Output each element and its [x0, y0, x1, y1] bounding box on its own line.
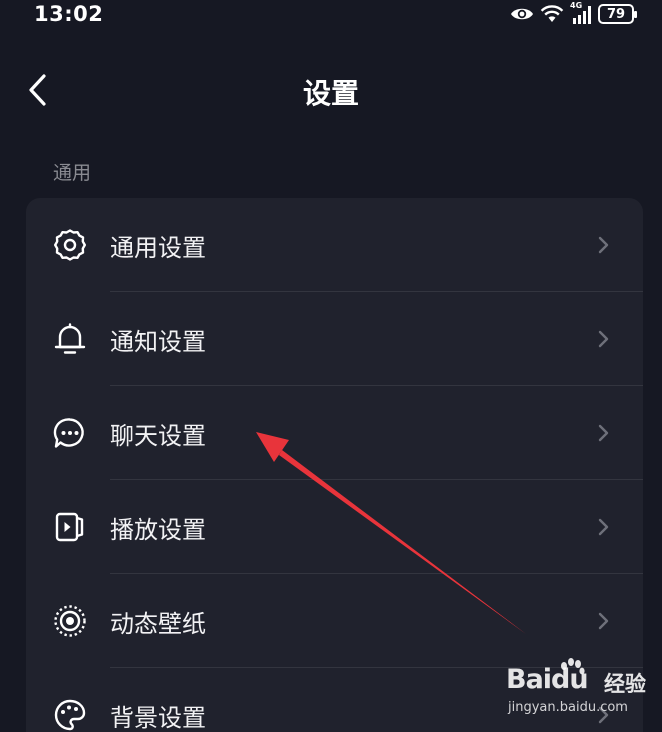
settings-screen: 13:02 4G 79 设置 通用 通用设置 通知设置 聊天设置 播放设置 动态… — [0, 0, 662, 732]
chevron-right-icon — [598, 706, 609, 724]
settings-item-background[interactable]: 背景设置 — [26, 668, 643, 732]
settings-item-label: 播放设置 — [110, 516, 206, 544]
chevron-right-icon — [598, 518, 609, 536]
status-bar: 13:02 4G 79 — [0, 0, 662, 30]
settings-card: 通用设置 通知设置 聊天设置 播放设置 动态壁纸 背景设置 — [26, 198, 643, 732]
bell-icon — [54, 323, 86, 354]
status-time: 13:02 — [34, 2, 104, 26]
page-title: 设置 — [302, 77, 359, 110]
chevron-right-icon — [598, 424, 609, 442]
header: 设置 — [0, 60, 662, 120]
settings-item-label: 通知设置 — [110, 328, 206, 356]
wifi-icon — [540, 5, 564, 23]
section-label: 通用 — [53, 162, 92, 184]
chevron-right-icon — [598, 612, 609, 630]
settings-item-label: 动态壁纸 — [110, 610, 206, 638]
chevron-right-icon — [598, 330, 609, 348]
signal-icon: 4G — [570, 1, 592, 25]
settings-item-general[interactable]: 通用设置 — [26, 198, 643, 292]
live-wallpaper-icon — [54, 605, 86, 637]
battery-level: 79 — [606, 6, 626, 22]
settings-item-label: 背景设置 — [110, 704, 206, 732]
gear-icon — [54, 229, 86, 261]
settings-item-notification[interactable]: 通知设置 — [26, 292, 643, 386]
battery-icon: 79 — [598, 4, 637, 24]
palette-icon — [54, 699, 86, 731]
chevron-right-icon — [598, 236, 609, 254]
settings-item-label: 通用设置 — [110, 234, 206, 262]
settings-item-label: 聊天设置 — [110, 422, 206, 450]
status-icons: 4G 79 — [510, 1, 637, 25]
settings-item-live-wallpaper[interactable]: 动态壁纸 — [26, 574, 643, 668]
eye-icon — [510, 6, 534, 22]
settings-item-playback[interactable]: 播放设置 — [26, 480, 643, 574]
network-type: 4G — [570, 1, 583, 10]
settings-item-chat[interactable]: 聊天设置 — [26, 386, 643, 480]
chat-bubble-icon — [53, 418, 84, 448]
play-icon — [55, 512, 84, 542]
